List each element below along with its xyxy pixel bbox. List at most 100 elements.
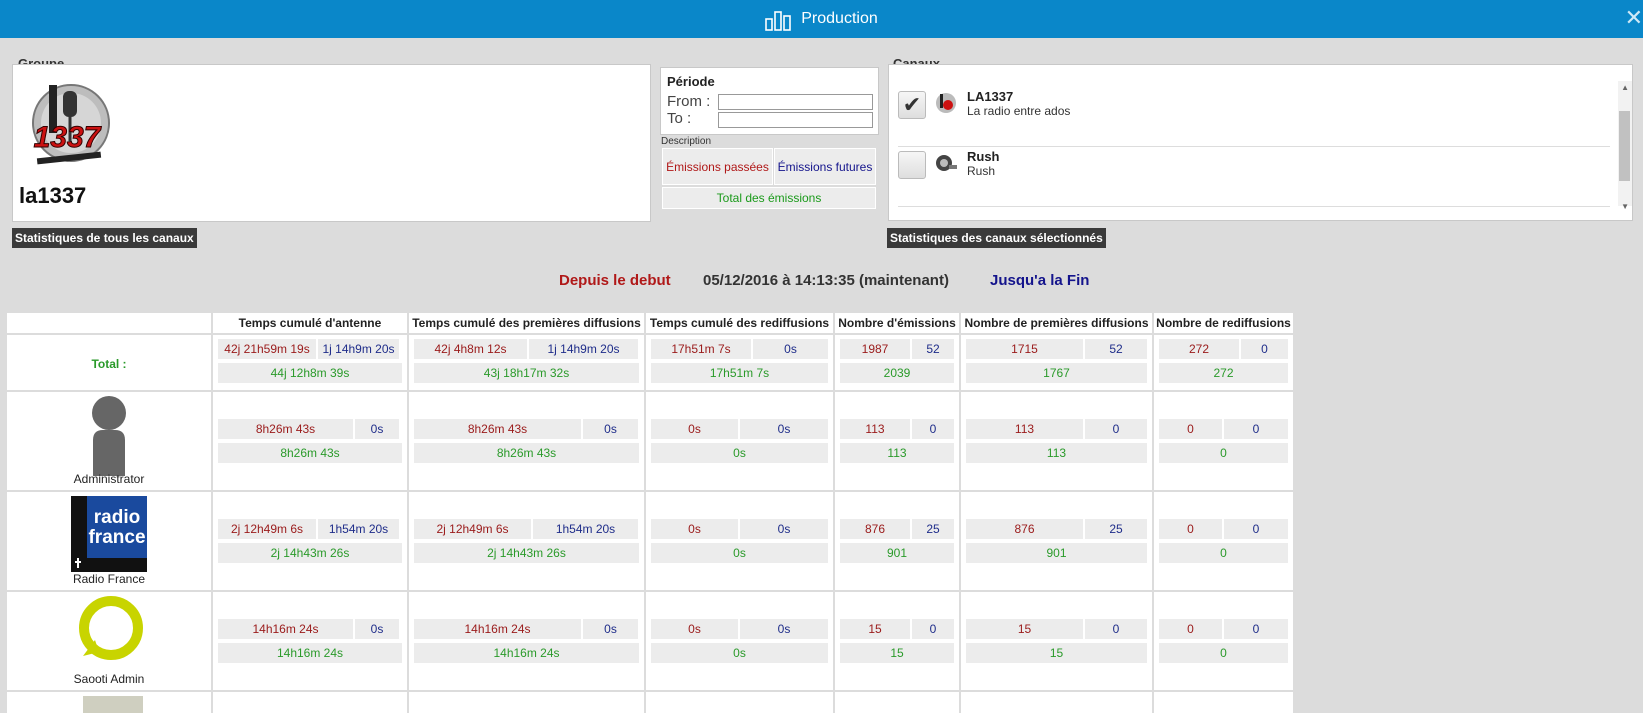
past-value: 42j 4h8m 12s [414, 339, 527, 359]
total-value: 0 [1159, 643, 1288, 663]
title-bar: Production ✕ [0, 0, 1643, 38]
channels-scrollbar[interactable] [1618, 81, 1632, 206]
future-value: 0s [355, 619, 399, 639]
until-end-link[interactable]: Jusqu'a la Fin [990, 272, 1089, 289]
stat-cell: 000 [1154, 492, 1293, 590]
stat-cell [961, 692, 1152, 713]
table-row-saooti-admin: Saooti Admin 14h16m 24s 0s 14h16m 24s 14h1… [7, 592, 1293, 690]
stats-table: Temps cumulé d'antenne Temps cumulé des … [5, 311, 1295, 713]
channel-item-la1337[interactable]: ✔ LA1337 La radio entre ados [889, 79, 1619, 135]
past-value: 113 [966, 419, 1083, 439]
scroll-down-icon[interactable]: ▼ [1621, 202, 1629, 211]
stat-cell: 2j 12h49m 6s 1h54m 20s 2j 14h43m 26s [213, 492, 407, 590]
past-shows-button[interactable]: Émissions passées [662, 148, 773, 185]
stat-cell: 42j 4h8m 12s 1j 14h9m 20s 43j 18h17m 32s [409, 335, 644, 390]
future-shows-button[interactable]: Émissions futures [774, 148, 876, 185]
row-header-total: Total : [7, 335, 211, 390]
future-value: 0s [740, 519, 828, 539]
past-shows-label: Émissions passées [666, 159, 769, 174]
avatar [83, 696, 143, 713]
future-value: 25 [1085, 519, 1147, 539]
current-date-label: 05/12/2016 à 14:13:35 (maintenant) [703, 272, 949, 289]
past-value: 15 [966, 619, 1083, 639]
stat-cell: 15 0 15 [835, 592, 959, 690]
channel-desc: La radio entre ados [967, 104, 1071, 118]
rush-channel-icon [936, 155, 957, 171]
stat-cell: 1715 52 1767 [961, 335, 1152, 390]
radio-france-logo: radio france [71, 496, 147, 572]
channel-name: Rush [967, 149, 1000, 164]
row-header-user[interactable]: Saooti Admin [7, 592, 211, 690]
person-icon [92, 396, 126, 476]
stat-cell: 876 25 901 [961, 492, 1152, 590]
channel-item-rush[interactable]: Rush Rush [889, 139, 1619, 195]
row-header-user[interactable]: Administrator [7, 392, 211, 490]
future-value: 0s [355, 419, 399, 439]
total-value: 14h16m 24s [414, 643, 639, 663]
past-value: 0s [651, 419, 738, 439]
channel-checkbox-checked[interactable]: ✔ [898, 91, 926, 119]
past-value: 0 [1159, 519, 1222, 539]
stat-cell: 0s 0s 0s [646, 492, 833, 590]
col-header: Temps cumulé des rediffusions [646, 313, 833, 333]
bar-chart-icon [765, 11, 792, 31]
past-value: 14h16m 24s [414, 619, 581, 639]
stat-cell: 8h26m 43s 0s 8h26m 43s [409, 392, 644, 490]
table-row-administrator: Administrator 8h26m 43s 0s 8h26m 43s 8h26m… [7, 392, 1293, 490]
logo-line2: france [88, 527, 145, 548]
header-row: Temps cumulé d'antenne Temps cumulé des … [7, 313, 1293, 333]
stat-cell: 272 0 272 [1154, 335, 1293, 390]
stat-cell: 113 0 113 [835, 392, 959, 490]
from-input[interactable] [718, 94, 873, 110]
total-value: 272 [1159, 363, 1288, 383]
past-value: 17h51m 7s [651, 339, 751, 359]
total-value: 0s [651, 443, 828, 463]
stat-cell: 8h26m 43s 0s 8h26m 43s [213, 392, 407, 490]
past-value: 876 [840, 519, 910, 539]
future-value: 0 [1085, 419, 1147, 439]
channel-name: LA1337 [967, 89, 1014, 104]
future-value: 0 [1224, 519, 1288, 539]
stat-cell: 876 25 901 [835, 492, 959, 590]
total-value: 44j 12h8m 39s [218, 363, 402, 383]
stat-cell: 14h16m 24s 0s 14h16m 24s [409, 592, 644, 690]
scroll-up-icon[interactable]: ▲ [1621, 83, 1629, 92]
stat-cell [409, 692, 644, 713]
total-shows-label: Total des émissions [716, 191, 822, 205]
past-value: 0s [651, 519, 738, 539]
corner-cell [7, 313, 211, 333]
to-input[interactable] [718, 112, 873, 128]
stat-cell: 000 [1154, 592, 1293, 690]
total-shows-button[interactable]: Total des émissions [662, 187, 876, 209]
total-value: 43j 18h17m 32s [414, 363, 639, 383]
total-value: 901 [966, 543, 1147, 563]
user-name: Radio France [72, 572, 146, 586]
all-channels-stats-button[interactable]: Statistiques de tous les canaux [12, 228, 197, 248]
since-start-link[interactable]: Depuis le debut [559, 272, 671, 289]
groupe-panel: 1337 la1337 [12, 64, 651, 222]
la1337-channel-icon [936, 93, 956, 113]
scrollbar-thumb[interactable] [1619, 111, 1630, 181]
selected-channels-stats-button[interactable]: Statistiques des canaux sélectionnés [887, 228, 1106, 248]
stat-cell: 14h16m 24s 0s 14h16m 24s [213, 592, 407, 690]
table-row-partial [7, 692, 1293, 713]
total-value: 901 [840, 543, 954, 563]
total-value: 0 [1159, 443, 1288, 463]
groupe-name: la1337 [19, 183, 87, 208]
past-value: 876 [966, 519, 1083, 539]
channel-divider [898, 206, 1610, 207]
channel-checkbox-unchecked[interactable] [898, 151, 926, 179]
total-value: 0s [651, 643, 828, 663]
total-value: 8h26m 43s [218, 443, 402, 463]
future-value: 0 [1224, 619, 1288, 639]
future-value: 52 [1085, 339, 1147, 359]
row-header-user[interactable] [7, 692, 211, 713]
periode-panel: Période From : To : [660, 67, 879, 135]
close-icon[interactable]: ✕ [1625, 5, 1643, 31]
row-header-user[interactable]: radio france Radio France [7, 492, 211, 590]
future-value: 0s [583, 619, 638, 639]
table-row-radio-france: radio france Radio France 2j 12h49m 6s 1h… [7, 492, 1293, 590]
future-value: 0 [912, 619, 954, 639]
past-value: 8h26m 43s [218, 419, 353, 439]
table-row-total: Total : 42j 21h59m 19s 1j 14h9m 20s 44j 12… [7, 335, 1293, 390]
